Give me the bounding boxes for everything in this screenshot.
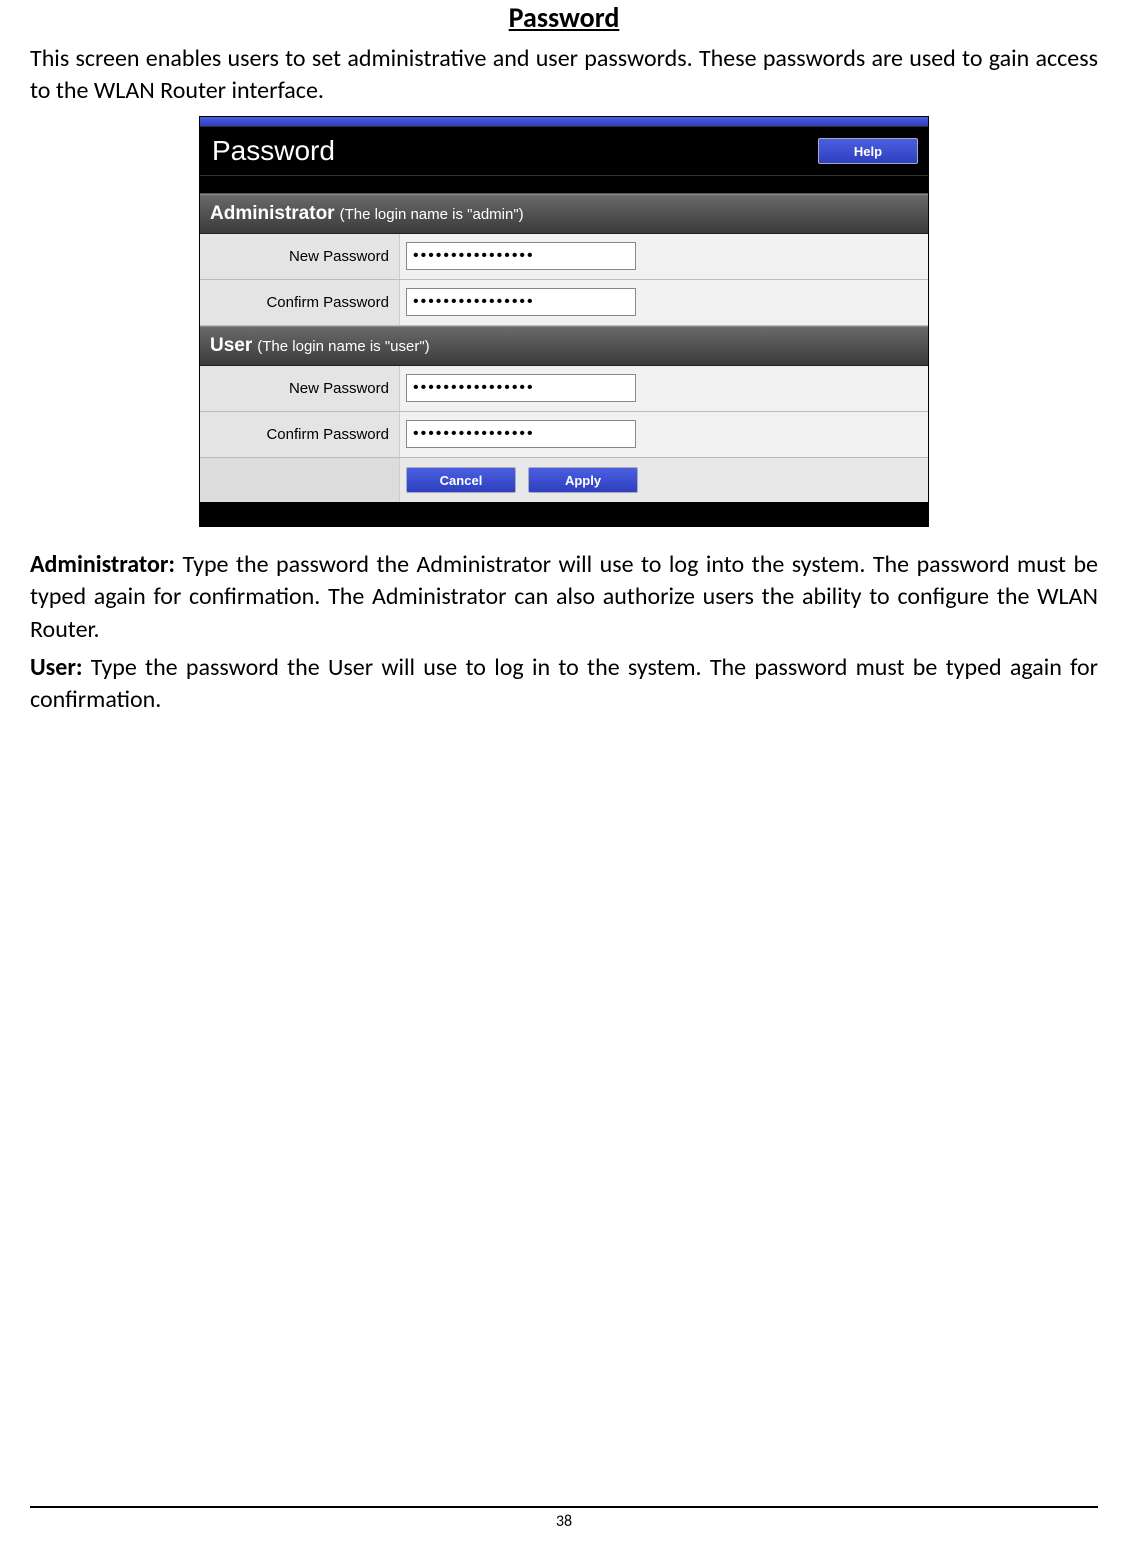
- admin-description: Administrator: Type the password the Adm…: [30, 549, 1098, 646]
- user-new-password-cell: [400, 366, 928, 411]
- user-new-password-label: New Password: [200, 366, 400, 411]
- user-desc-text: Type the password the User will use to l…: [30, 653, 1098, 714]
- user-confirm-password-label: Confirm Password: [200, 412, 400, 457]
- screenshot-wrap: Password Help Administrator (The login n…: [30, 116, 1098, 527]
- admin-new-password-input[interactable]: [406, 242, 636, 270]
- button-row-spacer: [200, 458, 400, 502]
- user-confirm-password-input[interactable]: [406, 420, 636, 448]
- user-section-label: User: [210, 335, 252, 356]
- user-desc-label: User:: [30, 653, 82, 682]
- panel-header: Password Help: [200, 127, 928, 176]
- user-confirm-password-cell: [400, 412, 928, 457]
- button-row-cell: Cancel Apply: [400, 458, 928, 502]
- admin-new-password-cell: [400, 234, 928, 279]
- panel-title: Password: [212, 135, 335, 167]
- panel-footer: [200, 502, 928, 526]
- button-row: Cancel Apply: [200, 458, 928, 502]
- admin-section-label: Administrator: [210, 203, 335, 224]
- page-title: Password: [30, 0, 1098, 35]
- admin-section-note: (The login name is "admin"): [340, 206, 524, 223]
- administrator-section-header: Administrator (The login name is "admin"…: [200, 194, 928, 234]
- intro-text: This screen enables users to set adminis…: [30, 43, 1098, 108]
- admin-confirm-password-row: Confirm Password: [200, 280, 928, 326]
- header-spacer: [200, 176, 928, 194]
- user-new-password-row: New Password: [200, 366, 928, 412]
- user-new-password-input[interactable]: [406, 374, 636, 402]
- user-section-header: User (The login name is "user"): [200, 326, 928, 366]
- page-footer: 38: [30, 1506, 1098, 1531]
- admin-confirm-password-cell: [400, 280, 928, 325]
- admin-desc-text: Type the password the Administrator will…: [30, 550, 1098, 644]
- admin-desc-label: Administrator:: [30, 550, 175, 579]
- admin-new-password-row: New Password: [200, 234, 928, 280]
- admin-confirm-password-input[interactable]: [406, 288, 636, 316]
- help-button[interactable]: Help: [818, 138, 918, 164]
- page-number: 38: [556, 1512, 572, 1531]
- cancel-button[interactable]: Cancel: [406, 467, 516, 493]
- admin-new-password-label: New Password: [200, 234, 400, 279]
- user-section-note: (The login name is "user"): [257, 338, 429, 355]
- user-confirm-password-row: Confirm Password: [200, 412, 928, 458]
- user-description: User: Type the password the User will us…: [30, 652, 1098, 717]
- apply-button[interactable]: Apply: [528, 467, 638, 493]
- window-titlebar: [200, 117, 928, 127]
- router-password-screenshot: Password Help Administrator (The login n…: [199, 116, 929, 527]
- admin-confirm-password-label: Confirm Password: [200, 280, 400, 325]
